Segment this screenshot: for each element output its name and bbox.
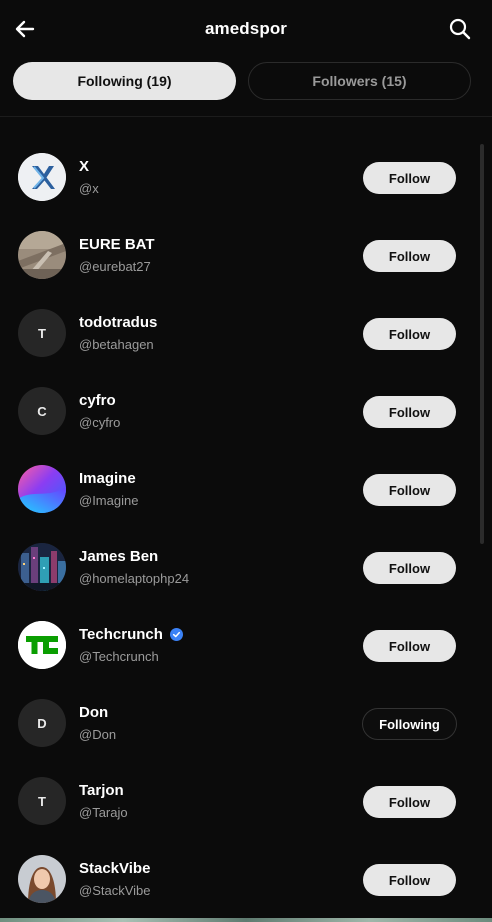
scrollbar[interactable] <box>480 144 484 544</box>
user-name[interactable]: Imagine <box>79 470 136 487</box>
follow-button[interactable]: Follow <box>363 630 456 662</box>
avatar[interactable]: T <box>18 309 66 357</box>
search-button[interactable] <box>448 17 472 41</box>
user-name[interactable]: Techcrunch <box>79 626 163 643</box>
user-name[interactable]: EURE BAT <box>79 236 155 253</box>
follow-button[interactable]: Follow <box>363 786 456 818</box>
user-handle: @eurebat27 <box>79 259 151 274</box>
user-handle: @homelaptophp24 <box>79 571 190 586</box>
photo-image <box>18 231 66 279</box>
tab-following[interactable]: Following (19) <box>13 62 236 100</box>
follow-button[interactable]: Follow <box>363 318 456 350</box>
tab-followers[interactable]: Followers (15) <box>248 62 471 100</box>
user-name[interactable]: X <box>79 158 89 175</box>
user-handle: @Techcrunch <box>79 649 159 664</box>
list-item[interactable]: Imagine @Imagine Follow <box>0 451 480 529</box>
user-name[interactable]: todotradus <box>79 314 157 331</box>
follow-button[interactable]: Follow <box>363 240 456 272</box>
user-name[interactable]: Tarjon <box>79 782 124 799</box>
user-handle: @Imagine <box>79 493 139 508</box>
user-list: X @x Follow EURE BAT @eurebat27 Follow T… <box>0 139 480 919</box>
list-item[interactable]: EURE BAT @eurebat27 Follow <box>0 217 480 295</box>
list-item[interactable]: T todotradus @betahagen Follow <box>0 295 480 373</box>
list-item[interactable]: StackVibe @StackVibe Follow <box>0 841 480 919</box>
user-name[interactable]: cyfro <box>79 392 116 409</box>
user-handle: @Don <box>79 727 117 742</box>
city-image <box>18 543 66 591</box>
avatar[interactable] <box>18 543 66 591</box>
avatar[interactable]: C <box>18 387 66 435</box>
list-item[interactable]: D Don @Don Following <box>0 685 480 763</box>
avatar[interactable]: D <box>18 699 66 747</box>
user-name[interactable]: Don <box>79 704 108 721</box>
avatar[interactable] <box>18 153 66 201</box>
x-logo-image <box>18 153 66 201</box>
avatar[interactable] <box>18 621 66 669</box>
gradient-image <box>18 465 66 513</box>
portrait-image <box>18 855 66 903</box>
list-item[interactable]: Techcrunch @Techcrunch Follow <box>0 607 480 685</box>
user-handle: @betahagen <box>79 337 154 352</box>
bottom-edge-strip <box>0 918 492 922</box>
top-bar: amedspor <box>0 0 492 60</box>
following-button[interactable]: Following <box>362 708 457 740</box>
user-handle: @x <box>79 181 99 196</box>
user-handle: @StackVibe <box>79 883 151 898</box>
avatar[interactable] <box>18 855 66 903</box>
list-item[interactable]: C cyfro @cyfro Follow <box>0 373 480 451</box>
avatar[interactable]: T <box>18 777 66 825</box>
avatar[interactable] <box>18 465 66 513</box>
avatar[interactable] <box>18 231 66 279</box>
list-item[interactable]: X @x Follow <box>0 139 480 217</box>
follow-button[interactable]: Follow <box>363 474 456 506</box>
user-handle: @Tarajo <box>79 805 128 820</box>
user-handle: @cyfro <box>79 415 121 430</box>
list-item[interactable]: James Ben @homelaptophp24 Follow <box>0 529 480 607</box>
verified-badge-icon <box>169 628 183 641</box>
divider <box>0 116 492 117</box>
follow-button[interactable]: Follow <box>363 864 456 896</box>
follow-button[interactable]: Follow <box>363 162 456 194</box>
follow-button[interactable]: Follow <box>363 552 456 584</box>
search-icon <box>449 18 471 40</box>
user-name[interactable]: StackVibe <box>79 860 150 877</box>
tab-bar: Following (19) Followers (15) <box>13 62 471 100</box>
list-item[interactable]: T Tarjon @Tarajo Follow <box>0 763 480 841</box>
user-name[interactable]: James Ben <box>79 548 158 565</box>
techcrunch-logo <box>18 621 66 669</box>
follow-button[interactable]: Follow <box>363 396 456 428</box>
page-title: amedspor <box>204 19 288 38</box>
